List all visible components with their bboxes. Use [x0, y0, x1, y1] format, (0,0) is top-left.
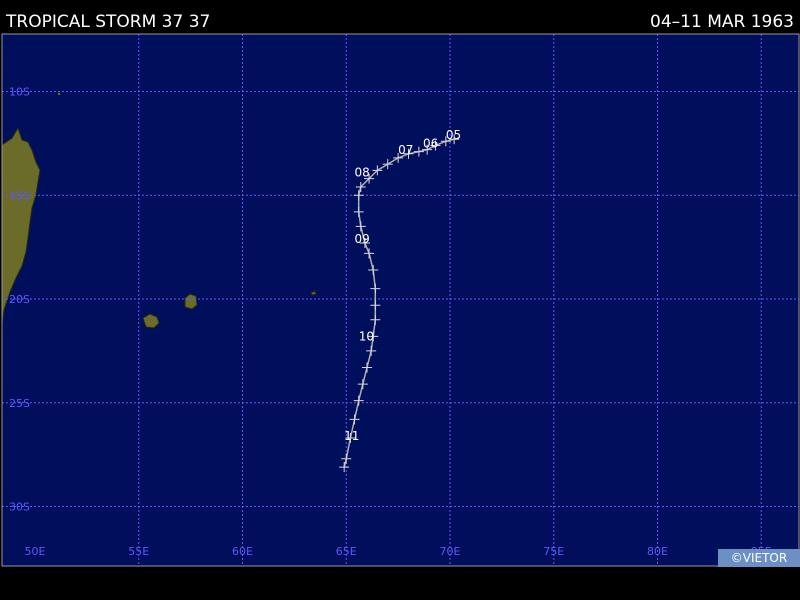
lon-label: 80E: [647, 545, 668, 558]
lon-label: 70E: [440, 545, 461, 558]
day-label: 05: [446, 128, 461, 142]
lat-label: 10S: [9, 86, 30, 99]
day-label: 09: [355, 232, 370, 246]
day-label: 08: [355, 166, 370, 180]
mauritius-island: [184, 293, 198, 310]
credit-badge: ©VIETOR: [718, 549, 800, 567]
agalega-islet: [57, 92, 61, 96]
lon-label: 65E: [336, 545, 357, 558]
lon-label: 60E: [232, 545, 253, 558]
day-label: 07: [398, 143, 413, 157]
lon-label: 55E: [128, 545, 149, 558]
ocean-background: [2, 34, 799, 566]
lat-label: 15S: [9, 189, 30, 202]
track-map: 10S15S20S25S30S50E55E60E65E70E75E80E85E …: [1, 33, 800, 567]
lat-label: 25S: [9, 397, 30, 410]
day-label: 11: [344, 429, 359, 443]
lon-label: 50E: [25, 545, 46, 558]
lon-label: 75E: [543, 545, 564, 558]
lat-label: 20S: [9, 293, 30, 306]
lat-label: 30S: [9, 501, 30, 514]
day-label: 06: [423, 137, 438, 151]
day-label: 10: [359, 330, 374, 344]
